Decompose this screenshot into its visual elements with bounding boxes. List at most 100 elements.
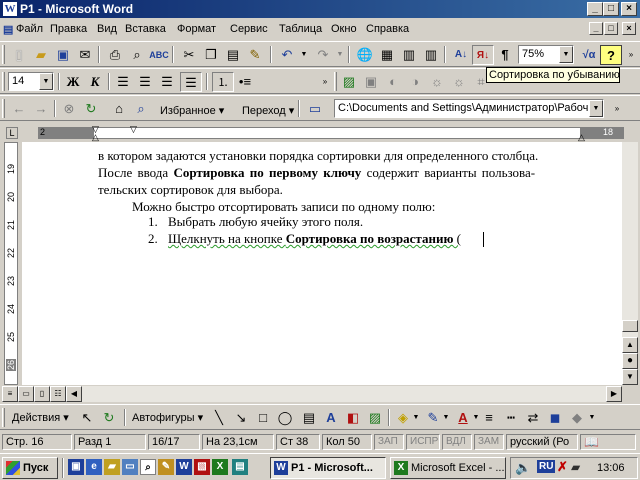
home-icon[interactable]: ⌂ [108,99,130,119]
quicklaunch-note-icon[interactable]: ✎ [158,459,174,475]
paste-icon[interactable]: ▤ [222,45,244,65]
line-icon[interactable]: ╲ [208,408,230,428]
language-indicator[interactable]: RU [537,460,556,473]
font-size-combo[interactable]: 14 ▼ [8,72,54,91]
insert-table-icon[interactable]: ▥ [398,45,420,65]
menu-view[interactable]: Вид [97,23,117,35]
arrow-style-icon[interactable]: ⇄ [522,408,544,428]
horizontal-ruler[interactable]: L 2 18 ▽ △ ▽ △ [0,124,640,142]
fill-color-dropdown-icon[interactable]: ▼ [410,408,422,428]
copy-icon[interactable]: ❐ [200,45,222,65]
toolbar-grip[interactable] [2,99,5,118]
draw-actions-menu[interactable]: Действия ▾ [12,411,69,424]
doc-minimize-button[interactable]: _ [589,22,603,35]
clock[interactable]: 13:06 [597,462,625,474]
tab-selector-icon[interactable]: L [6,127,18,139]
status-language[interactable]: русский (Ро [506,434,578,450]
address-combo[interactable]: C:\Documents and Settings\Администратор\… [334,99,604,118]
outline-view-icon[interactable]: ☷ [50,386,66,402]
web-view-icon[interactable]: ▭ [18,386,34,402]
hanging-indent-marker[interactable]: ▽ [130,124,137,135]
print-layout-icon[interactable]: ▯ [34,386,50,402]
free-rotate-icon[interactable]: ↻ [98,408,120,428]
maximize-button[interactable]: □ [603,2,619,16]
autoshapes-menu[interactable]: Автофигуры ▾ [132,411,203,424]
3d-icon[interactable]: ◆ [566,408,588,428]
vertical-scrollbar[interactable]: ▲ ● ▼ [622,142,638,385]
shadow-icon[interactable]: ◼ [544,408,566,428]
scroll-left-icon[interactable]: ◀ [66,386,82,402]
font-size-dropdown-icon[interactable]: ▼ [39,73,53,90]
spelling-icon[interactable]: ABC [148,45,170,65]
title-bar[interactable]: W P1 - Microsoft Word _ □ × [0,0,640,18]
document-page[interactable]: в котором задаются установки порядка сор… [22,142,622,385]
task-word[interactable]: W P1 - Microsoft... [270,457,386,479]
scroll-up-icon[interactable]: ▲ [622,337,638,353]
task-excel[interactable]: X Microsoft Excel - ... [390,457,506,479]
redo-dropdown-icon[interactable]: ▼ [334,45,346,65]
toolbar-grip[interactable] [2,72,5,91]
format-painter-icon[interactable]: ✎ [244,45,266,65]
toolbar-grip[interactable] [2,408,5,427]
align-right-icon[interactable]: ☰ [156,72,178,92]
scroll-thumb[interactable] [622,320,638,332]
clipart-icon[interactable]: ◧ [342,408,364,428]
toolbar-options-icon[interactable]: » [610,99,624,119]
refresh-icon[interactable]: ↻ [80,99,102,119]
browse-object-icon[interactable]: ● [622,353,638,369]
bullets-icon[interactable]: •≡ [234,72,256,92]
start-button[interactable]: Пуск [2,457,58,479]
align-left-icon[interactable]: ☰ [112,72,134,92]
undo-icon[interactable]: ↶ [276,45,298,65]
forward-arrow-icon[interactable]: → [30,99,52,119]
back-arrow-icon[interactable]: ← [8,99,30,119]
undo-dropdown-icon[interactable]: ▼ [298,45,310,65]
line-color-dropdown-icon[interactable]: ▼ [440,408,452,428]
sort-ascending-icon[interactable]: А↓ [450,45,472,65]
menu-window[interactable]: Окно [331,23,357,35]
close-button[interactable]: × [621,2,637,16]
menu-format[interactable]: Формат [177,23,216,35]
tray-app-icon[interactable]: ▰ [571,460,580,474]
document-area[interactable]: в котором задаются установки порядка сор… [22,142,622,385]
wordart-icon[interactable]: A [320,408,342,428]
more-brightness-icon[interactable]: ☼ [426,72,448,92]
show-formatting-icon[interactable]: ¶ [494,45,516,65]
dash-style-icon[interactable]: ┅ [500,408,522,428]
menu-file[interactable]: Файл [16,23,43,35]
3d-dropdown-icon[interactable]: ▼ [586,408,598,428]
email-icon[interactable]: ✉ [74,45,96,65]
volume-icon[interactable]: 🔈 [515,460,531,476]
italic-button[interactable]: К [84,72,106,92]
quicklaunch-search-icon[interactable]: ⌕ [140,459,156,475]
toolbar-grip[interactable] [2,45,5,64]
menu-table[interactable]: Таблица [279,23,322,35]
goto-menu[interactable]: Переход ▾ [242,104,294,117]
insert-picture-icon[interactable]: ▨ [338,72,360,92]
arrow-icon[interactable]: ↘ [230,408,252,428]
show-web-toolbar-icon[interactable]: ▭ [304,99,326,119]
save-icon[interactable]: ▣ [52,45,74,65]
status-rec[interactable]: ЗАП [374,434,404,450]
open-folder-icon[interactable]: ▰ [30,45,52,65]
status-overtype[interactable]: ЗАМ [474,434,504,450]
search-web-icon[interactable]: ⌕ [130,99,152,119]
tables-borders-icon[interactable]: ▦ [376,45,398,65]
insert-picture-icon[interactable]: ▨ [364,408,386,428]
redo-icon[interactable]: ↷ [312,45,334,65]
doc-close-button[interactable]: × [622,22,636,35]
line-style-icon[interactable]: ≡ [478,408,500,428]
quicklaunch-word-icon[interactable]: W [176,459,192,475]
toolbar-options-icon[interactable]: » [624,45,638,65]
doc-restore-button[interactable]: □ [604,22,618,35]
hyperlink-icon[interactable]: 🌐 [354,45,376,65]
document-icon[interactable]: ▤ [3,23,13,36]
oval-icon[interactable]: ◯ [274,408,296,428]
minimize-button[interactable]: _ [587,2,603,16]
print-icon[interactable]: ⎙ [104,45,126,65]
antivirus-icon[interactable]: ✗ [557,459,568,475]
quicklaunch-folder-icon[interactable]: ▰ [104,459,120,475]
bold-button[interactable]: Ж [62,72,84,92]
normal-view-icon[interactable]: ≡ [2,386,18,402]
more-contrast-icon[interactable]: ◐ [382,72,404,92]
